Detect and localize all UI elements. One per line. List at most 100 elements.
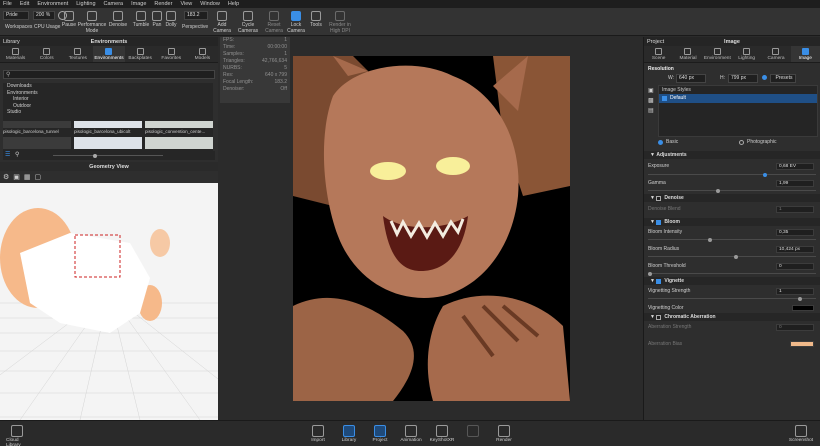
- reset-camera-button[interactable]: Reset Camera: [263, 8, 285, 34]
- screenshot-button[interactable]: Screenshot: [789, 425, 813, 443]
- basic-radio[interactable]: Basic: [658, 139, 678, 145]
- menu-item-environment[interactable]: Environment: [37, 1, 68, 7]
- aberration-strength-input[interactable]: 0: [776, 324, 814, 331]
- tab-material[interactable]: Material: [673, 46, 702, 62]
- render-image[interactable]: [293, 56, 570, 401]
- tab-image[interactable]: Image: [790, 46, 820, 62]
- cloud-library-button[interactable]: Cloud Library: [6, 425, 28, 446]
- delete-style-icon[interactable]: ▤: [648, 107, 654, 114]
- style-default-checkbox[interactable]: [662, 96, 667, 101]
- dolly-button[interactable]: Dolly: [163, 8, 179, 28]
- new-style-icon[interactable]: ▣: [648, 87, 654, 94]
- cycle-cameras-button[interactable]: Cycle Cameras: [236, 8, 260, 34]
- presets-button[interactable]: Presets: [770, 74, 796, 83]
- gamma-input[interactable]: 1,99: [776, 180, 814, 187]
- tools-button[interactable]: Tools: [308, 8, 324, 28]
- import-button[interactable]: Import: [307, 425, 329, 443]
- photographic-radio[interactable]: Photographic: [739, 139, 776, 145]
- tumble-button[interactable]: Tumble: [131, 8, 151, 28]
- library-button[interactable]: Library: [338, 425, 360, 443]
- lock-camera-button[interactable]: Lock Camera: [286, 8, 306, 34]
- tab-lighting[interactable]: Lighting: [732, 46, 761, 62]
- project-button[interactable]: Project: [369, 425, 391, 443]
- menu-item-image[interactable]: Image: [131, 1, 146, 7]
- denoise-checkbox[interactable]: [656, 195, 662, 201]
- menu-item-edit[interactable]: Edit: [20, 1, 29, 7]
- style-default-item[interactable]: Default: [659, 94, 817, 103]
- thumb-size-slider[interactable]: [53, 153, 163, 158]
- bloom-radius-knob[interactable]: [734, 254, 738, 259]
- list-view-icon[interactable]: ☰: [5, 151, 10, 158]
- tab-materials[interactable]: Materials: [0, 46, 31, 62]
- pause-button[interactable]: Pause: [60, 8, 78, 28]
- mode-field[interactable]: Pride: [3, 11, 29, 20]
- thumbnail-item[interactable]: pisologic_convention_cente...: [145, 121, 213, 149]
- bloom-section[interactable]: ▼ Bloom: [644, 218, 820, 226]
- animation-button[interactable]: Animation: [400, 425, 422, 443]
- grid-icon[interactable]: ▦: [24, 173, 31, 181]
- bloom-checkbox[interactable]: [656, 219, 662, 225]
- tab-environment[interactable]: Environment: [703, 46, 732, 62]
- add-camera-button[interactable]: Add Camera: [212, 8, 232, 34]
- exposure-slider[interactable]: [648, 172, 816, 177]
- exposure-knob[interactable]: [763, 172, 767, 177]
- menu-item-window[interactable]: Window: [200, 1, 220, 7]
- disabled-button[interactable]: [462, 425, 484, 438]
- vignetting-strength-slider[interactable]: [648, 296, 816, 301]
- menu-item-file[interactable]: File: [3, 1, 12, 7]
- tree-item[interactable]: Studio: [3, 109, 213, 116]
- zoom-icon[interactable]: ⚲: [15, 151, 19, 158]
- vignette-checkbox[interactable]: [656, 278, 662, 284]
- menu-item-lighting[interactable]: Lighting: [76, 1, 95, 7]
- tab-backplates[interactable]: Backplates: [125, 46, 156, 62]
- gear-icon[interactable]: ⚙: [3, 173, 9, 181]
- duplicate-style-icon[interactable]: ▩: [648, 97, 654, 104]
- adjustments-section[interactable]: ▼ Adjustments: [644, 151, 820, 159]
- thumbnail-item[interactable]: pisologic_barcelona_tunnel: [3, 121, 71, 149]
- zoom-field[interactable]: 200 %: [33, 11, 55, 20]
- tab-environments[interactable]: Environments: [93, 46, 125, 62]
- height-input[interactable]: 799 px: [728, 74, 758, 83]
- denoise-section[interactable]: ▼ Denoise: [644, 194, 820, 202]
- vignette-section[interactable]: ▼ Vignette: [644, 277, 820, 285]
- chromatic-section[interactable]: ▼ Chromatic Aberration: [644, 313, 820, 321]
- denoise-blend-input[interactable]: 1: [776, 206, 814, 213]
- tab-camera[interactable]: Camera: [761, 46, 790, 62]
- bloom-intensity-input[interactable]: 0,35: [776, 229, 814, 236]
- tab-models[interactable]: Models: [187, 46, 218, 62]
- aberration-bias-swatch[interactable]: [790, 341, 814, 347]
- menu-item-view[interactable]: View: [180, 1, 192, 7]
- tab-favorites[interactable]: Favorites: [156, 46, 187, 62]
- render-high-dpi-button[interactable]: Render in High DPI: [326, 8, 354, 34]
- bloom-threshold-slider[interactable]: [648, 271, 816, 276]
- denoise-button[interactable]: Denoise: [108, 8, 128, 28]
- camera-icon[interactable]: ▣: [13, 173, 20, 181]
- bloom-intensity-knob[interactable]: [708, 237, 712, 242]
- bloom-intensity-slider[interactable]: [648, 237, 816, 242]
- menu-item-render[interactable]: Render: [154, 1, 172, 7]
- workspaces-label[interactable]: Workspaces: [5, 24, 32, 30]
- vignetting-strength-input[interactable]: 1: [776, 288, 814, 295]
- bloom-radius-input[interactable]: 10,424 px: [776, 246, 814, 253]
- pan-button[interactable]: Pan: [150, 8, 164, 28]
- render-button[interactable]: Render: [493, 425, 515, 443]
- perspective-field[interactable]: 183.2: [184, 11, 208, 20]
- tab-scene[interactable]: Scene: [644, 46, 673, 62]
- thumb-size-knob[interactable]: [93, 153, 97, 158]
- menu-item-camera[interactable]: Camera: [104, 1, 124, 7]
- vignetting-strength-knob[interactable]: [798, 296, 802, 301]
- gamma-slider[interactable]: [648, 188, 816, 193]
- bloom-threshold-knob[interactable]: [648, 271, 652, 276]
- keyshotxr-button[interactable]: KeyShotXR: [430, 425, 454, 443]
- cube-icon[interactable]: ▢: [35, 173, 42, 181]
- width-input[interactable]: 640 px: [676, 74, 706, 83]
- bloom-threshold-input[interactable]: 0: [776, 263, 814, 270]
- menu-item-help[interactable]: Help: [228, 1, 239, 7]
- bloom-radius-slider[interactable]: [648, 254, 816, 259]
- vignetting-color-swatch[interactable]: [792, 305, 814, 311]
- performance-mode-button[interactable]: Performance Mode: [78, 8, 106, 34]
- gamma-knob[interactable]: [716, 188, 720, 193]
- library-search-input[interactable]: ⚲: [3, 70, 215, 79]
- exposure-input[interactable]: 0,68 EV: [776, 163, 814, 170]
- lock-aspect-icon[interactable]: [762, 75, 767, 80]
